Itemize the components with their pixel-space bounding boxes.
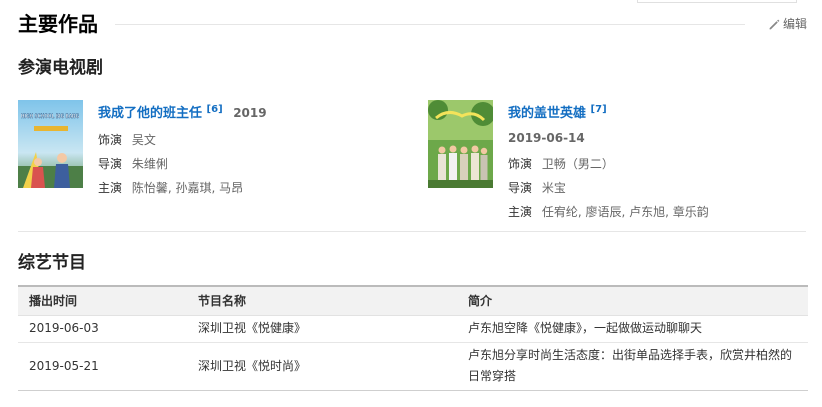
- work-title-line: 我成了他的班主任 [6] 2019: [98, 100, 398, 124]
- reference-link[interactable]: [6]: [207, 104, 223, 115]
- role-label: 饰演: [98, 133, 123, 147]
- work-info: 我成了他的班主任 [6] 2019 饰演 吴文 导演 朱维俐 主演 陈怡馨, 孙…: [98, 100, 398, 196]
- variety-table: 播出时间 节目名称 简介 2019-06-03 深圳卫视《悦健康》 卢东旭空降《…: [18, 285, 808, 391]
- table-header-row: 播出时间 节目名称 简介: [18, 285, 808, 316]
- work-date: 2019-06-14: [508, 131, 585, 145]
- cast-value: 陈怡馨, 孙嘉琪, 马昂: [131, 181, 244, 195]
- cell-desc: 卢东旭分享时尚生活态度：出街单品选择手表，欣赏井柏然的日常穿搭: [457, 342, 808, 391]
- cell-name: 深圳卫视《悦时尚》: [187, 342, 457, 391]
- edit-button[interactable]: 编辑: [768, 15, 807, 33]
- pencil-icon: [769, 19, 780, 29]
- cell-name: 深圳卫视《悦健康》: [187, 315, 457, 343]
- work-info: 我的盖世英雄 [7] 2019-06-14 饰演 卫畅（男二） 导演 米宝 主演…: [508, 100, 808, 220]
- tv-section-title: 参演电视剧: [18, 58, 103, 78]
- table-row: 2019-05-21 深圳卫视《悦时尚》 卢东旭分享时尚生活态度：出街单品选择手…: [18, 342, 808, 391]
- director-value: 米宝: [541, 181, 566, 195]
- role-value: 吴文: [131, 133, 156, 147]
- role-value: 卫畅（男二）: [541, 157, 614, 171]
- poster-title-text: HIGH SCHOOL BIG BANG: [21, 112, 79, 120]
- poster-art: [428, 100, 493, 188]
- cast-label: 主演: [508, 205, 533, 219]
- top-toolbar-edge: [637, 0, 797, 3]
- column-header-name: 节目名称: [187, 285, 457, 316]
- cast-row: 主演 陈怡馨, 孙嘉琪, 马昂: [98, 180, 398, 196]
- cast-value: 任宥纶, 廖语辰, 卢东旭, 章乐韵: [541, 205, 709, 219]
- reference-link[interactable]: [7]: [591, 104, 607, 115]
- cell-date: 2019-05-21: [18, 342, 187, 391]
- role-label: 饰演: [508, 157, 533, 171]
- table-row: 2019-06-03 深圳卫视《悦健康》 卢东旭空降《悦健康》，一起做做运动聊聊…: [18, 315, 808, 343]
- work-title-line: 我的盖世英雄 [7]: [508, 100, 808, 124]
- poster-art: HIGH SCHOOL BIG BANG: [18, 100, 83, 188]
- cell-desc: 卢东旭空降《悦健康》，一起做做运动聊聊天: [457, 315, 808, 343]
- director-value: 朱维俐: [131, 157, 168, 171]
- work-title-link[interactable]: 我的盖世英雄: [508, 106, 586, 121]
- role-row: 饰演 卫畅（男二）: [508, 156, 808, 172]
- edit-label: 编辑: [783, 17, 808, 31]
- director-label: 导演: [508, 181, 533, 195]
- work-title-link[interactable]: 我成了他的班主任: [98, 106, 202, 121]
- variety-section-title: 综艺节目: [18, 253, 86, 273]
- cast-label: 主演: [98, 181, 123, 195]
- role-row: 饰演 吴文: [98, 132, 398, 148]
- director-label: 导演: [98, 157, 123, 171]
- director-row: 导演 朱维俐: [98, 156, 398, 172]
- section-title-rule: [115, 24, 745, 25]
- work-year: 2019: [233, 106, 267, 120]
- section-divider: [18, 231, 806, 232]
- column-header-desc: 简介: [457, 285, 808, 316]
- director-row: 导演 米宝: [508, 180, 808, 196]
- cell-date: 2019-06-03: [18, 315, 187, 343]
- poster-image[interactable]: [428, 100, 493, 188]
- cast-row: 主演 任宥纶, 廖语辰, 卢东旭, 章乐韵: [508, 204, 808, 220]
- poster-image[interactable]: HIGH SCHOOL BIG BANG: [18, 100, 83, 188]
- column-header-date: 播出时间: [18, 285, 187, 316]
- section-title: 主要作品: [18, 12, 98, 36]
